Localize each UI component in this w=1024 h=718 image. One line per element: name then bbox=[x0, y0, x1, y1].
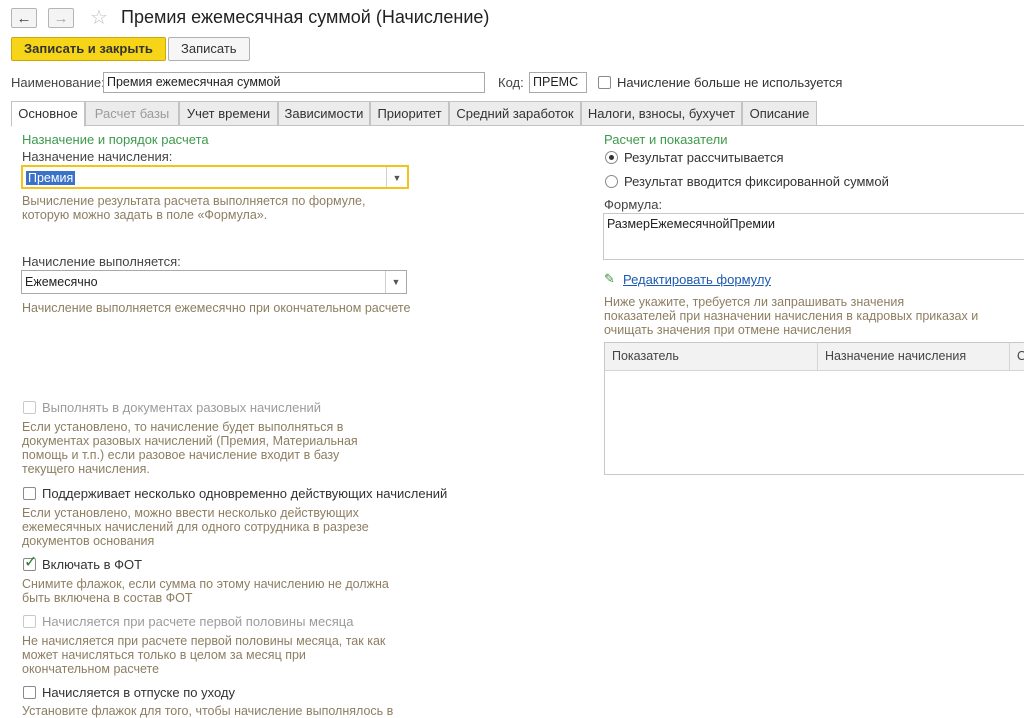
arrow-left-icon: ← bbox=[16, 10, 32, 27]
chevron-down-icon[interactable]: ▼ bbox=[386, 167, 407, 187]
name-field[interactable]: Премия ежемесячная суммой bbox=[103, 72, 485, 93]
fot-hint-line: быть включена в состав ФОТ bbox=[22, 591, 193, 605]
period-label: Начисление выполняется: bbox=[22, 254, 181, 269]
edit-formula-link[interactable]: Редактировать формулу bbox=[623, 272, 771, 287]
arrow-right-icon: → bbox=[53, 10, 69, 27]
indicators-hint-line: Ниже укажите, требуется ли запрашивать з… bbox=[604, 295, 905, 309]
first-half-hint-line: Не начисляется при расчете первой полови… bbox=[22, 634, 386, 648]
formula-label: Формула: bbox=[604, 197, 663, 212]
calc-section-title: Расчет и показатели bbox=[604, 132, 728, 147]
save-button[interactable]: Записать bbox=[168, 37, 250, 61]
multi-hint-line: ежемесячных начислений для одного сотруд… bbox=[22, 520, 369, 534]
indicators-table[interactable]: Показатель Назначение начисления О bbox=[604, 342, 1024, 475]
forward-button[interactable]: → bbox=[48, 8, 74, 28]
tab-dependencies[interactable]: Зависимости bbox=[278, 101, 370, 126]
back-button[interactable]: ← bbox=[11, 8, 37, 28]
onetime-hint-line: текущего начисления. bbox=[22, 462, 150, 476]
tab-base-calc[interactable]: Расчет базы bbox=[85, 101, 179, 126]
first-half-hint-line: окончательном расчете bbox=[22, 662, 160, 676]
indicators-hint-line: очищать значения при отмене начисления bbox=[604, 323, 852, 337]
column-header-other[interactable]: О bbox=[1010, 343, 1024, 370]
fot-hint-line: Снимите флажок, если сумма по этому начи… bbox=[22, 577, 389, 591]
column-header-indicator[interactable]: Показатель bbox=[605, 343, 818, 370]
radio-fixed-label: Результат вводится фиксированной суммой bbox=[624, 174, 889, 189]
leave-hint-line: Установите флажок для того, чтобы начисл… bbox=[22, 704, 394, 718]
period-hint: Начисление выполняется ежемесячно при ок… bbox=[22, 301, 411, 315]
star-icon[interactable]: ☆ bbox=[90, 7, 108, 29]
fot-checkbox-label: Включать в ФОТ bbox=[42, 557, 143, 572]
multi-hint-line: документов основания bbox=[22, 534, 155, 548]
tab-main[interactable]: Основное bbox=[11, 101, 85, 127]
column-header-purpose[interactable]: Назначение начисления bbox=[818, 343, 1010, 370]
purpose-hint-line: Вычисление результата расчета выполняетс… bbox=[22, 194, 366, 208]
onetime-checkbox-label: Выполнять в документах разовых начислени… bbox=[42, 400, 322, 415]
onetime-checkbox[interactable] bbox=[23, 401, 36, 414]
first-half-checkbox[interactable] bbox=[23, 615, 36, 628]
tab-description[interactable]: Описание bbox=[742, 101, 817, 126]
onetime-hint-line: Если установлено, то начисление будет вы… bbox=[22, 420, 344, 434]
period-value: Ежемесячно bbox=[25, 275, 98, 289]
tab-time-tracking[interactable]: Учет времени bbox=[179, 101, 278, 126]
code-field[interactable]: ПРЕМС bbox=[529, 72, 587, 93]
radio-calculated[interactable] bbox=[605, 151, 618, 164]
leave-checkbox-label: Начисляется в отпуске по уходу bbox=[42, 685, 236, 700]
unused-checkbox-label: Начисление больше не используется bbox=[617, 75, 843, 90]
first-half-checkbox-label: Начисляется при расчете первой половины … bbox=[42, 614, 354, 629]
window-title: Премия ежемесячная суммой (Начисление) bbox=[121, 7, 490, 27]
fot-checkbox[interactable]: ✓ bbox=[23, 554, 37, 571]
purpose-dropdown[interactable]: Премия ▼ bbox=[21, 165, 409, 189]
onetime-hint-line: помощь и т.п.) если разовое начисление в… bbox=[22, 448, 340, 462]
code-label: Код: bbox=[498, 75, 524, 90]
purpose-section-title: Назначение и порядок расчета bbox=[22, 132, 209, 147]
purpose-hint-line: которую можно задать в поле «Формула». bbox=[22, 208, 268, 222]
checkmark-icon: ✓ bbox=[24, 554, 38, 571]
pencil-icon: ✎ bbox=[604, 271, 615, 286]
multi-checkbox-label: Поддерживает несколько одновременно дейс… bbox=[42, 486, 448, 501]
purpose-value: Премия bbox=[26, 171, 76, 185]
tab-taxes[interactable]: Налоги, взносы, бухучет bbox=[581, 101, 742, 126]
unused-checkbox[interactable] bbox=[598, 76, 611, 89]
name-label: Наименование: bbox=[11, 75, 105, 90]
indicators-hint-line: показателей при назначении начисления в … bbox=[604, 309, 979, 323]
purpose-label: Назначение начисления: bbox=[22, 149, 173, 164]
tab-average-earnings[interactable]: Средний заработок bbox=[449, 101, 581, 126]
radio-fixed[interactable] bbox=[605, 175, 618, 188]
first-half-hint-line: может начисляться только в целом за меся… bbox=[22, 648, 306, 662]
save-and-close-button[interactable]: Записать и закрыть bbox=[11, 37, 166, 61]
multi-hint-line: Если установлено, можно ввести несколько… bbox=[22, 506, 359, 520]
tab-priority[interactable]: Приоритет bbox=[370, 101, 449, 126]
leave-checkbox[interactable] bbox=[23, 686, 36, 699]
onetime-hint-line: документах разовых начислений (Премия, М… bbox=[22, 434, 358, 448]
table-header: Показатель Назначение начисления О bbox=[605, 343, 1024, 371]
multi-checkbox[interactable] bbox=[23, 487, 36, 500]
period-dropdown[interactable]: Ежемесячно ▼ bbox=[21, 270, 407, 294]
chevron-down-icon[interactable]: ▼ bbox=[385, 271, 406, 293]
radio-calculated-label: Результат рассчитывается bbox=[624, 150, 784, 165]
formula-field[interactable]: РазмерЕжемесячнойПремии bbox=[603, 213, 1024, 260]
